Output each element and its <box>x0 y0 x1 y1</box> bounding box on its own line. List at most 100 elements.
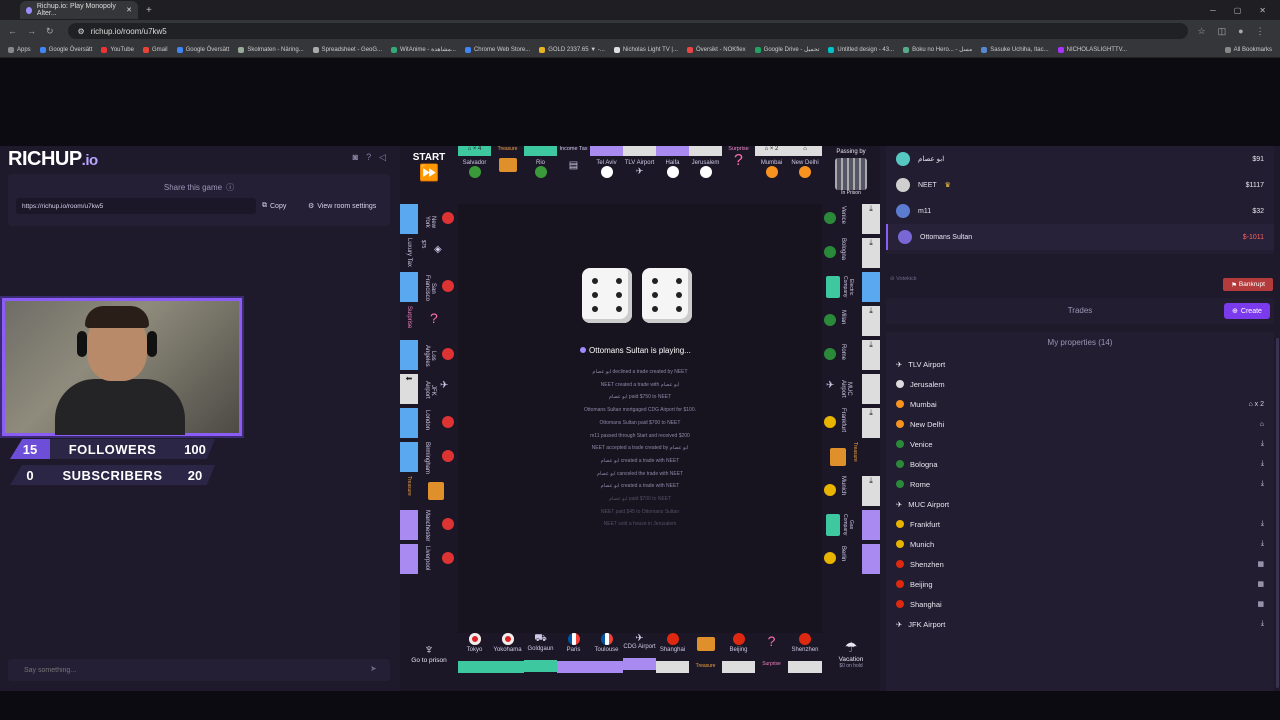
reload-icon[interactable]: ↻ <box>46 26 54 37</box>
board-cell[interactable]: Toulouse <box>590 633 623 691</box>
board-cell[interactable]: Frankfurt ⤓ <box>822 408 880 438</box>
minimize-icon[interactable]: ─ <box>1210 6 1216 15</box>
bookmark-item[interactable]: Untitled design - 43... <box>828 46 894 53</box>
bookmark-item[interactable]: YouTube <box>101 46 134 53</box>
board-cell[interactable]: Birmingham <box>400 442 458 474</box>
sound-icon[interactable]: ◁ <box>379 152 386 163</box>
player-row[interactable]: ابو عصام $91 <box>886 146 1274 172</box>
bookmark-item[interactable]: Chrome Web Store... <box>464 46 530 53</box>
board-cell[interactable]: Beijing <box>722 633 755 691</box>
player-row[interactable]: NEET ♛ $1117 <box>886 172 1274 198</box>
bookmark-item[interactable]: Sasuke Uchiha, Itac... <box>981 46 1049 53</box>
board-cell[interactable]: Haifa <box>656 146 689 204</box>
property-row[interactable]: ✈ JFK Airport ⤓ <box>886 614 1274 634</box>
board-cell[interactable]: Treasure <box>689 633 722 691</box>
room-link-field[interactable]: https://richup.io/room/u7kw5 <box>16 198 256 214</box>
board-cell[interactable]: Venice ⤓ <box>822 204 880 234</box>
property-row[interactable]: Rome ⤓ <box>886 474 1274 494</box>
board-cell[interactable]: ? Surprise <box>755 633 788 691</box>
chat-input[interactable] <box>8 659 390 681</box>
player-row[interactable]: m11 $32 <box>886 198 1274 224</box>
player-row[interactable]: Ottomans Sultan $-1011 <box>886 224 1274 250</box>
property-row[interactable]: Shanghai ▦ <box>886 594 1274 614</box>
board-cell[interactable]: Jerusalem <box>689 146 722 204</box>
vacation-corner[interactable]: ☂ Vacation $0 on hold <box>822 633 880 691</box>
bookmark-item[interactable]: NICHOLASLIGHTTV... <box>1057 46 1127 53</box>
start-corner[interactable]: START ⏩ <box>400 146 458 204</box>
site-info-icon[interactable]: ⚙ <box>78 27 85 36</box>
board-cell[interactable]: London <box>400 408 458 438</box>
new-tab-button[interactable]: + <box>146 5 152 16</box>
info-icon[interactable]: ⓘ <box>226 183 234 192</box>
property-row[interactable]: Mumbai ⌂ x 2 <box>886 394 1274 414</box>
extensions-icon[interactable]: ◫ <box>1218 26 1227 37</box>
board-cell[interactable]: Paris <box>557 633 590 691</box>
bookmark-item[interactable]: Apps <box>8 46 31 53</box>
board-cell[interactable]: Surprise? <box>400 306 458 336</box>
votekick-button[interactable]: ⊘ Votekick <box>890 276 917 282</box>
back-icon[interactable]: ← <box>8 26 17 37</box>
bookmark-item[interactable]: Boku no Hero... - مسل <box>903 46 972 53</box>
board-cell[interactable]: ⌂ New Delhi <box>788 146 822 204</box>
board-cell[interactable]: Tel Aviv <box>590 146 623 204</box>
view-room-settings-button[interactable]: ⚙ View room settings <box>308 198 388 214</box>
bookmark-item[interactable]: Google Översätt <box>176 46 229 53</box>
bookmark-item[interactable]: GOLD 2337.65 ▼ -... <box>539 46 605 53</box>
board-cell[interactable]: Rome ⤓ <box>822 340 880 370</box>
bookmark-item[interactable]: Nicholas Light TV |... <box>613 46 678 53</box>
bookmark-item[interactable]: WitAnime - مشاهدة... <box>391 46 456 53</box>
board-cell[interactable]: Berlin <box>822 544 880 574</box>
board-cell[interactable]: Bologna ⤓ <box>822 238 880 268</box>
board-cell[interactable]: TLV Airport ✈ <box>623 146 656 204</box>
board-cell[interactable]: Treasure <box>822 442 880 472</box>
property-row[interactable]: New Delhi ⌂ <box>886 414 1274 434</box>
board-cell[interactable]: New York <box>400 204 458 234</box>
board-cell[interactable]: Treasure <box>491 146 524 204</box>
board-cell[interactable]: Liverpool <box>400 544 458 574</box>
board-cell[interactable]: Gas Company <box>822 510 880 540</box>
profile-icon[interactable]: ● <box>1238 26 1243 37</box>
property-row[interactable]: Beijing ▦ <box>886 574 1274 594</box>
help-icon[interactable]: ? <box>366 152 371 163</box>
bankrupt-button[interactable]: ⚑ Bankrupt <box>1223 278 1273 291</box>
property-row[interactable]: Frankfurt ⤓ <box>886 514 1274 534</box>
bookmark-item[interactable]: Google Översätt <box>39 46 92 53</box>
maximize-icon[interactable]: ▢ <box>1234 6 1242 15</box>
board-cell[interactable]: Shenzhen <box>788 633 822 691</box>
board-cell[interactable]: Income Tax ▤ <box>557 146 590 204</box>
logo[interactable]: RICHUP.io <box>8 148 98 171</box>
board-cell[interactable]: Los Angeles <box>400 340 458 370</box>
board-cell[interactable]: ✈ MUC Airport <box>822 374 880 404</box>
board-cell[interactable]: ⌂ × 2 Mumbai <box>755 146 788 204</box>
close-window-icon[interactable]: ✕ <box>1259 6 1266 15</box>
send-icon[interactable]: ➤ <box>370 664 377 673</box>
all-bookmarks[interactable]: All Bookmarks <box>1224 46 1280 53</box>
property-row[interactable]: Shenzhen ▦ <box>886 554 1274 574</box>
bookmark-star-icon[interactable]: ☆ <box>1198 26 1206 37</box>
board-cell[interactable]: Surprise? <box>722 146 755 204</box>
board-cell[interactable]: ⛟ Goldgaun <box>524 633 557 691</box>
bookmark-item[interactable]: Gmail <box>142 46 168 53</box>
board-cell[interactable]: ⬅ JFK Airport ✈ <box>400 374 458 404</box>
bookmark-item[interactable]: Skolmaten - Näring... <box>238 46 304 53</box>
board-cell[interactable]: Yokohama <box>491 633 524 691</box>
board-cell[interactable]: ✈ CDG Airport <box>623 633 656 691</box>
property-row[interactable]: Bologna ⤓ <box>886 454 1274 474</box>
close-tab-icon[interactable]: ✕ <box>126 6 132 14</box>
create-trade-button[interactable]: ⊕ Create <box>1224 303 1270 319</box>
board-cell[interactable]: Treasure <box>400 476 458 506</box>
go-to-prison-corner[interactable]: ♆ Go to prison <box>400 633 458 691</box>
discord-icon[interactable]: ◙ <box>353 152 358 163</box>
board-cell[interactable]: Tokyo <box>458 633 491 691</box>
browser-tab[interactable]: Richup.io: Play Monopoly Alter... ✕ <box>20 1 138 19</box>
board-cell[interactable]: Luxury Tax $75 ◈ <box>400 238 458 268</box>
url-field[interactable]: ⚙ richup.io/room/u7kw5 <box>67 23 1188 39</box>
property-row[interactable]: ✈ MUC Airport <box>886 494 1274 514</box>
board-cell[interactable]: Rio <box>524 146 557 204</box>
bookmark-item[interactable]: Spreadsheet - GeoG... <box>312 46 382 53</box>
board-cell[interactable]: Shanghai <box>656 633 689 691</box>
bookmark-item[interactable]: Google Drive - تحميل <box>754 46 819 53</box>
properties-scrollbar[interactable] <box>1276 338 1279 688</box>
board-cell[interactable]: Electric Company <box>822 272 880 302</box>
board-cell[interactable]: Manchester <box>400 510 458 541</box>
